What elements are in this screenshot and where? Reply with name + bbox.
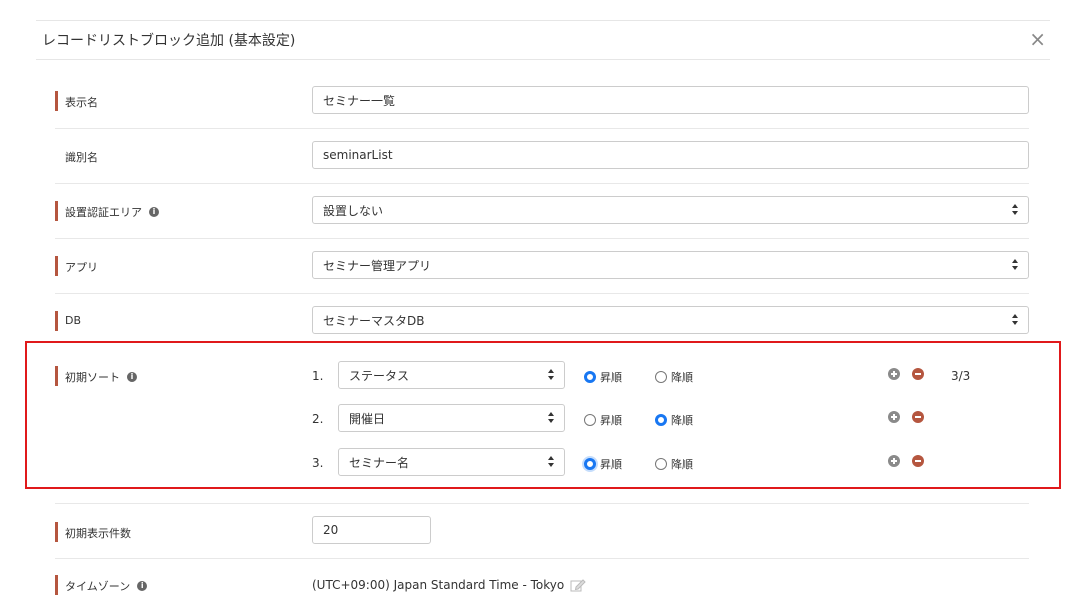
- db-label: DB: [54, 311, 81, 331]
- minus-icon[interactable]: [912, 368, 924, 380]
- select-arrow-icon: [1012, 204, 1019, 216]
- plus-icon[interactable]: [888, 368, 900, 380]
- app-label: アプリ: [55, 256, 98, 276]
- radio-icon[interactable]: [655, 458, 667, 470]
- info-icon[interactable]: i: [137, 581, 148, 591]
- sort-rule-number: 1.: [312, 369, 324, 383]
- identifier-label: 識別名: [65, 151, 98, 164]
- sort-field-select[interactable]: 開催日: [338, 404, 565, 432]
- initial-count-label: 初期表示件数: [55, 522, 131, 542]
- display-name-input[interactable]: セミナー一覧: [312, 86, 1029, 114]
- sort-asc-radio[interactable]: 昇順: [584, 412, 622, 428]
- auth-area-select[interactable]: 設置しない: [312, 196, 1029, 224]
- select-arrow-icon: [548, 412, 555, 424]
- auth-area-label: 設置認証エリア i: [55, 201, 159, 221]
- sort-field-select[interactable]: セミナー名: [338, 448, 565, 476]
- timezone-label: タイムゾーン i: [54, 575, 148, 595]
- minus-icon[interactable]: [912, 455, 924, 467]
- app-select[interactable]: セミナー管理アプリ: [312, 251, 1029, 279]
- sort-rule-number: 2.: [312, 412, 324, 426]
- row-initial-count: 初期表示件数: [55, 503, 1029, 559]
- timezone-value: (UTC+09:00) Japan Standard Time - Tokyo: [312, 578, 586, 592]
- select-arrow-icon: [1012, 314, 1019, 326]
- sort-desc-radio[interactable]: 降順: [655, 456, 693, 472]
- sort-field-select[interactable]: ステータス: [338, 361, 565, 389]
- edit-icon[interactable]: [570, 578, 586, 592]
- modal-header: レコードリストブロック追加 (基本設定) ×: [36, 20, 1050, 60]
- radio-icon[interactable]: [655, 371, 667, 383]
- initial-count-input[interactable]: 20: [312, 516, 431, 544]
- radio-icon[interactable]: [584, 414, 596, 426]
- db-select[interactable]: セミナーマスタDB: [312, 306, 1029, 334]
- select-arrow-icon: [548, 369, 555, 381]
- sort-desc-radio[interactable]: 降順: [655, 412, 693, 428]
- radio-icon[interactable]: [584, 458, 596, 470]
- radio-icon[interactable]: [655, 414, 667, 426]
- sort-desc-radio[interactable]: 降順: [655, 369, 693, 385]
- modal-title: レコードリストブロック追加 (基本設定): [42, 33, 296, 49]
- info-icon[interactable]: i: [127, 372, 137, 382]
- sort-rule-number: 3.: [312, 456, 324, 470]
- close-icon[interactable]: ×: [1029, 29, 1046, 49]
- identifier-input[interactable]: seminarList: [312, 141, 1029, 169]
- display-name-label: 表示名: [55, 91, 98, 111]
- sort-asc-radio[interactable]: 昇順: [584, 456, 622, 472]
- info-icon[interactable]: i: [149, 207, 159, 217]
- select-arrow-icon: [1012, 259, 1019, 271]
- plus-icon[interactable]: [888, 455, 900, 467]
- sort-count: 3/3: [951, 369, 971, 383]
- sort-asc-radio[interactable]: 昇順: [584, 369, 622, 385]
- minus-icon[interactable]: [912, 411, 924, 423]
- plus-icon[interactable]: [888, 411, 900, 423]
- select-arrow-icon: [548, 456, 555, 468]
- sort-label: 初期ソート i: [55, 366, 137, 386]
- radio-icon[interactable]: [584, 371, 596, 383]
